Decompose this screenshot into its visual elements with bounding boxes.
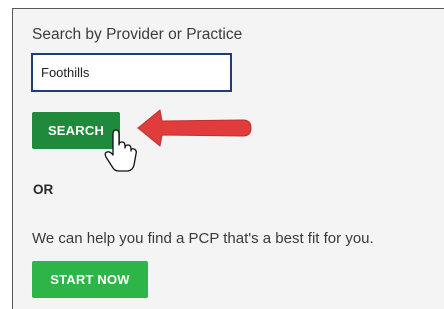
search-button[interactable]: SEARCH: [32, 112, 120, 149]
or-divider-label: OR: [33, 182, 54, 197]
start-now-button[interactable]: START NOW: [32, 261, 148, 298]
provider-search-panel: Search by Provider or Practice SEARCH OR…: [12, 8, 444, 309]
find-pcp-prompt: We can help you find a PCP that's a best…: [32, 230, 374, 247]
provider-search-input[interactable]: [31, 53, 232, 92]
search-by-provider-label: Search by Provider or Practice: [32, 26, 243, 43]
